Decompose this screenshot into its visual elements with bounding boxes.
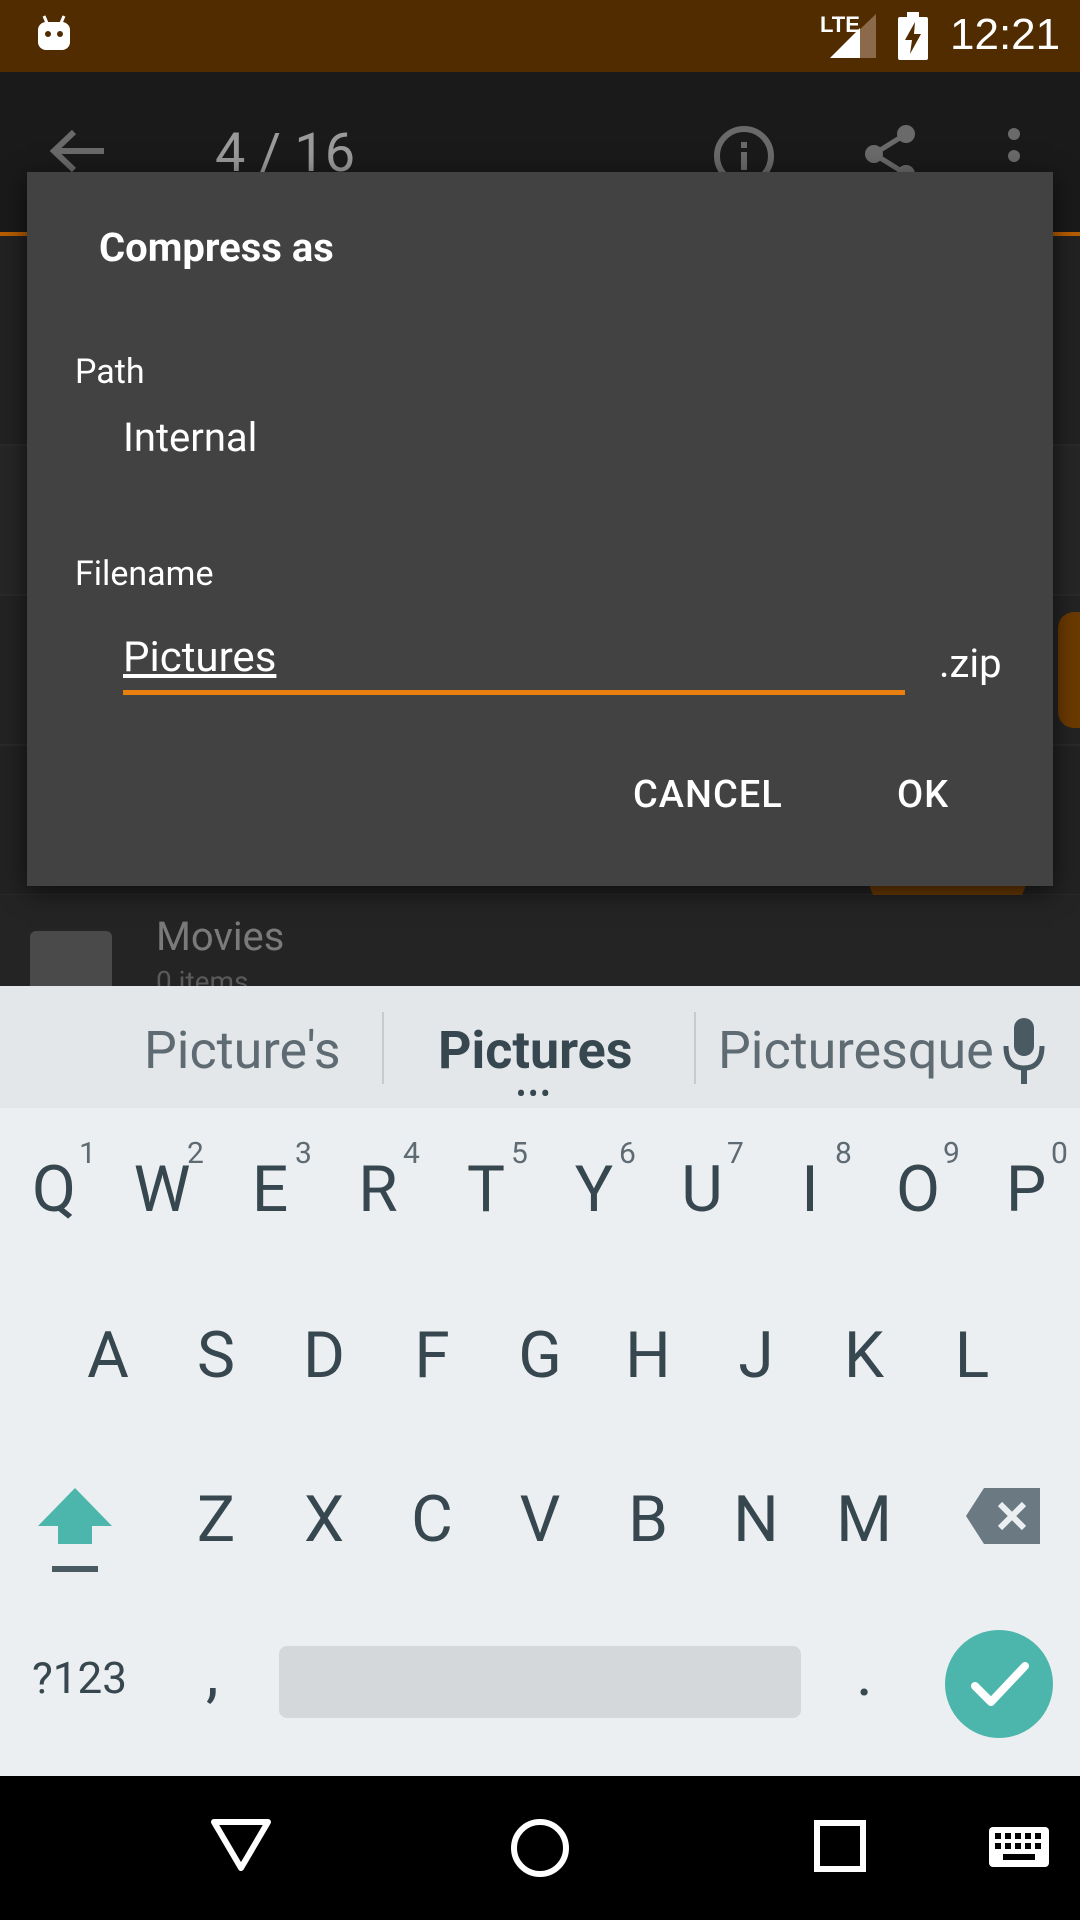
suggestion-strip: Picture's Pictures Picturesque ••• bbox=[0, 986, 1080, 1110]
key-z[interactable]: Z bbox=[171, 1482, 261, 1557]
microphone-icon[interactable] bbox=[1000, 1016, 1048, 1086]
suggestion-divider bbox=[382, 1012, 384, 1084]
key-i[interactable]: I8 bbox=[765, 1136, 855, 1227]
key-k[interactable]: K bbox=[819, 1318, 909, 1393]
key-a[interactable]: A bbox=[63, 1318, 153, 1393]
key-w[interactable]: W2 bbox=[117, 1136, 207, 1227]
key-q[interactable]: Q1 bbox=[9, 1136, 99, 1227]
key-s[interactable]: S bbox=[171, 1318, 261, 1393]
cancel-button[interactable]: CANCEL bbox=[627, 772, 789, 818]
compress-dialog: Compress as Path Internal Filename .zip … bbox=[27, 172, 1053, 886]
enter-key[interactable] bbox=[945, 1630, 1053, 1738]
key-v[interactable]: V bbox=[495, 1482, 585, 1557]
key-m[interactable]: M bbox=[819, 1482, 909, 1557]
filename-input-underline bbox=[123, 690, 905, 695]
more-suggestions-dots[interactable]: ••• bbox=[516, 1080, 552, 1110]
soft-keyboard: Picture's Pictures Picturesque ••• Q1 W2… bbox=[0, 986, 1080, 1776]
status-bar: LTE 12:21 bbox=[0, 0, 1080, 72]
key-l[interactable]: L bbox=[927, 1318, 1017, 1393]
key-f[interactable]: F bbox=[387, 1318, 477, 1393]
key-p[interactable]: P0 bbox=[981, 1136, 1071, 1227]
key-r[interactable]: R4 bbox=[333, 1136, 423, 1227]
key-h[interactable]: H bbox=[603, 1318, 693, 1393]
suggestion-divider bbox=[694, 1012, 696, 1084]
side-handle bbox=[1058, 612, 1080, 728]
path-value[interactable]: Internal bbox=[123, 414, 257, 461]
home-icon[interactable] bbox=[508, 1816, 572, 1880]
key-j[interactable]: J bbox=[711, 1318, 801, 1393]
space-bar[interactable] bbox=[279, 1646, 801, 1718]
back-arrow-icon[interactable] bbox=[50, 128, 106, 174]
signal-icon bbox=[830, 14, 876, 58]
recents-icon[interactable] bbox=[814, 1820, 866, 1872]
filename-label: Filename bbox=[75, 554, 214, 594]
comma-key[interactable]: , bbox=[206, 1636, 219, 1711]
back-icon[interactable] bbox=[210, 1816, 272, 1874]
navigation-bar bbox=[0, 1776, 1080, 1920]
file-extension: .zip bbox=[939, 640, 1002, 687]
suggestion-right[interactable]: Picturesque bbox=[718, 1020, 994, 1081]
key-y[interactable]: Y6 bbox=[549, 1136, 639, 1227]
key-e[interactable]: E3 bbox=[225, 1136, 315, 1227]
filename-input[interactable] bbox=[123, 622, 905, 692]
path-label: Path bbox=[75, 352, 145, 392]
key-o[interactable]: O9 bbox=[873, 1136, 963, 1227]
dialog-title: Compress as bbox=[99, 224, 334, 271]
period-key[interactable]: . bbox=[856, 1636, 873, 1711]
key-n[interactable]: N bbox=[711, 1482, 801, 1557]
keyboard-switch-icon[interactable] bbox=[988, 1826, 1050, 1868]
symbols-key[interactable]: ?123 bbox=[32, 1652, 127, 1704]
folder-name: Movies bbox=[156, 913, 285, 960]
suggestion-center[interactable]: Pictures bbox=[438, 1020, 632, 1081]
key-t[interactable]: T5 bbox=[441, 1136, 531, 1227]
checkmark-icon bbox=[971, 1662, 1029, 1706]
battery-charging-icon bbox=[898, 12, 928, 60]
list-item-movies[interactable]: Movies 0 items bbox=[0, 895, 1080, 998]
key-u[interactable]: U7 bbox=[657, 1136, 747, 1227]
key-d[interactable]: D bbox=[279, 1318, 369, 1393]
suggestion-left[interactable]: Picture's bbox=[144, 1020, 341, 1081]
clock: 12:21 bbox=[950, 10, 1061, 59]
backspace-icon[interactable] bbox=[966, 1488, 1040, 1544]
key-x[interactable]: X bbox=[279, 1482, 369, 1557]
ok-button[interactable]: OK bbox=[891, 772, 955, 818]
android-notification-icon bbox=[38, 15, 70, 50]
key-g[interactable]: G bbox=[495, 1318, 585, 1393]
key-b[interactable]: B bbox=[603, 1482, 693, 1557]
shift-icon[interactable] bbox=[36, 1486, 114, 1574]
key-c[interactable]: C bbox=[387, 1482, 477, 1557]
